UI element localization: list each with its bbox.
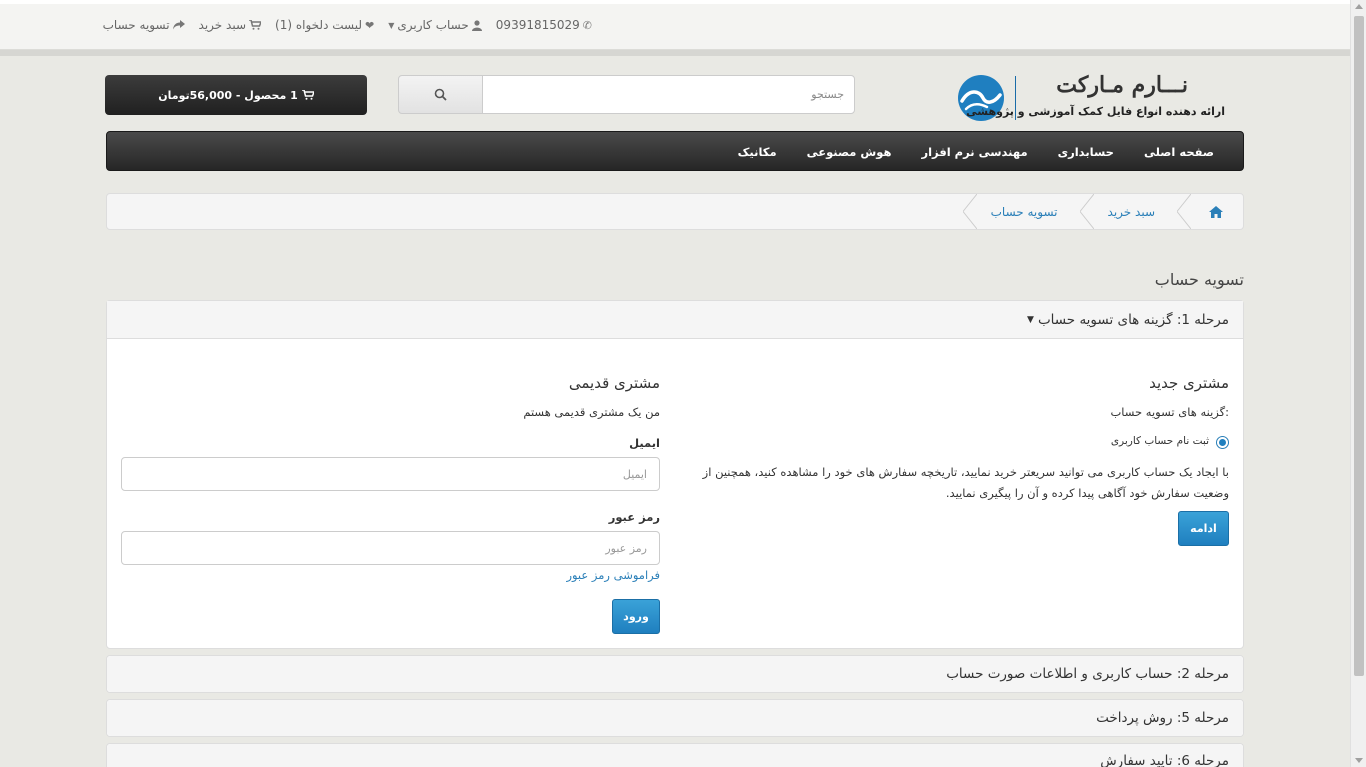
top-checkout[interactable]: تسویه حساب	[103, 18, 185, 32]
forgot-password-link[interactable]: فراموشی رمز عبور	[566, 568, 660, 582]
brand-tagline: ارائه دهنده انواع فایل کمک آموزشی و پژوه…	[966, 105, 1225, 118]
brand-title[interactable]: نـــارم مـارکت	[1056, 72, 1188, 98]
cart-icon	[249, 20, 262, 30]
top-bar-shadow	[0, 50, 1350, 56]
breadcrumb-home[interactable]	[1191, 194, 1243, 229]
login-button[interactable]: ورود	[612, 599, 660, 634]
menu-item-home[interactable]: صفحه اصلی	[1129, 145, 1229, 159]
top-cart-label: سبد خرید	[198, 18, 247, 32]
scrollbar[interactable]	[1350, 0, 1366, 767]
cart-icon	[301, 90, 314, 100]
scroll-up-icon[interactable]	[1355, 4, 1363, 9]
search-box	[398, 75, 855, 114]
step6-title: مرحله 6: تایید سفارش	[1100, 753, 1229, 767]
step2-panel: مرحله 2: حساب کاربری و اطلاعات صورت حساب	[106, 655, 1244, 693]
step1-header[interactable]: مرحله 1: گزینه های تسویه حساب ▼	[107, 301, 1243, 339]
cart-button[interactable]: 1 محصول - 56,000تومان	[105, 75, 367, 115]
password-label: رمز عبور	[608, 510, 660, 524]
step2-title: مرحله 2: حساب کاربری و اطلاعات صورت حساب	[946, 666, 1229, 682]
step5-panel: مرحله 5: روش پرداخت	[106, 699, 1244, 737]
caret-down-icon: ▼	[1027, 314, 1034, 325]
returning-customer-subtitle: من یک مشتری قدیمی هستم	[523, 405, 660, 419]
top-account[interactable]: حساب کاربری ▼	[388, 18, 482, 32]
search-input[interactable]	[482, 75, 855, 114]
top-wishlist-label: لیست دلخواه (1)	[275, 18, 362, 32]
phone-icon: ✆	[582, 18, 592, 32]
top-bar: ✆ 09391815029 حساب کاربری ▼ ❤ لیست دلخوا…	[0, 4, 1350, 50]
menu-item-mechanics[interactable]: مکانیک	[723, 145, 792, 159]
top-cart[interactable]: سبد خرید	[198, 18, 262, 32]
register-radio[interactable]	[1216, 436, 1229, 449]
scroll-down-icon[interactable]	[1355, 758, 1363, 763]
share-icon	[172, 20, 185, 30]
breadcrumb-cart[interactable]: سبد خرید	[1094, 194, 1177, 229]
step6-header[interactable]: مرحله 6: تایید سفارش	[107, 744, 1243, 767]
cart-button-label: 1 محصول - 56,000تومان	[158, 88, 298, 102]
new-customer-description: با ایجاد یک حساب کاربری می توانید سریعتر…	[702, 465, 1229, 500]
step5-header[interactable]: مرحله 5: روش پرداخت	[107, 700, 1243, 736]
breadcrumb-separator	[1177, 194, 1191, 229]
top-phone[interactable]: ✆ 09391815029	[496, 18, 592, 32]
search-icon	[434, 88, 447, 101]
breadcrumb-separator	[962, 194, 977, 229]
top-nav: ✆ 09391815029 حساب کاربری ▼ ❤ لیست دلخوا…	[103, 18, 592, 32]
menu-item-ai[interactable]: هوش مصنوعی	[792, 145, 907, 159]
continue-button[interactable]: ادامه	[1178, 511, 1229, 546]
password-field[interactable]	[121, 531, 660, 565]
email-label: ایمیل	[629, 436, 660, 450]
register-radio-label[interactable]: ثبت نام حساب کاربری	[1111, 435, 1209, 447]
new-customer-title: مشتری جدید	[1149, 374, 1229, 392]
heart-icon: ❤	[365, 18, 375, 32]
top-wishlist[interactable]: ❤ لیست دلخواه (1)	[275, 18, 374, 32]
top-account-label: حساب کاربری	[397, 18, 469, 32]
email-field[interactable]	[121, 457, 660, 491]
home-icon	[1209, 205, 1223, 218]
step1-title: مرحله 1: گزینه های تسویه حساب	[1037, 311, 1229, 328]
page: ✆ 09391815029 حساب کاربری ▼ ❤ لیست دلخوا…	[0, 0, 1350, 767]
step1-panel: مرحله 1: گزینه های تسویه حساب ▼ مشتری جد…	[106, 300, 1244, 649]
chevron-down-icon: ▼	[388, 20, 395, 30]
step6-panel: مرحله 6: تایید سفارش	[106, 743, 1244, 767]
breadcrumb: سبد خرید تسویه حساب	[106, 193, 1244, 230]
step2-header[interactable]: مرحله 2: حساب کاربری و اطلاعات صورت حساب	[107, 656, 1243, 692]
breadcrumb-separator	[1079, 194, 1094, 229]
breadcrumb-checkout[interactable]: تسویه حساب	[977, 194, 1080, 229]
menu-item-software-engineering[interactable]: مهندسی نرم افزار	[906, 145, 1042, 159]
main-menu: صفحه اصلی حسابداری مهندسی نرم افزار هوش …	[106, 131, 1244, 171]
page-title: تسویه حساب	[1154, 270, 1244, 289]
menu-item-accounting[interactable]: حسابداری	[1043, 145, 1129, 159]
top-phone-label: 09391815029	[495, 18, 580, 32]
step5-title: مرحله 5: روش پرداخت	[1096, 710, 1229, 726]
user-icon	[471, 19, 482, 31]
search-button[interactable]	[398, 75, 483, 114]
scroll-thumb[interactable]	[1354, 16, 1364, 676]
checkout-options-label: گزینه های تسویه حساب:	[1110, 405, 1229, 419]
top-checkout-label: تسویه حساب	[102, 18, 170, 32]
returning-customer-title: مشتری قدیمی	[568, 374, 660, 392]
